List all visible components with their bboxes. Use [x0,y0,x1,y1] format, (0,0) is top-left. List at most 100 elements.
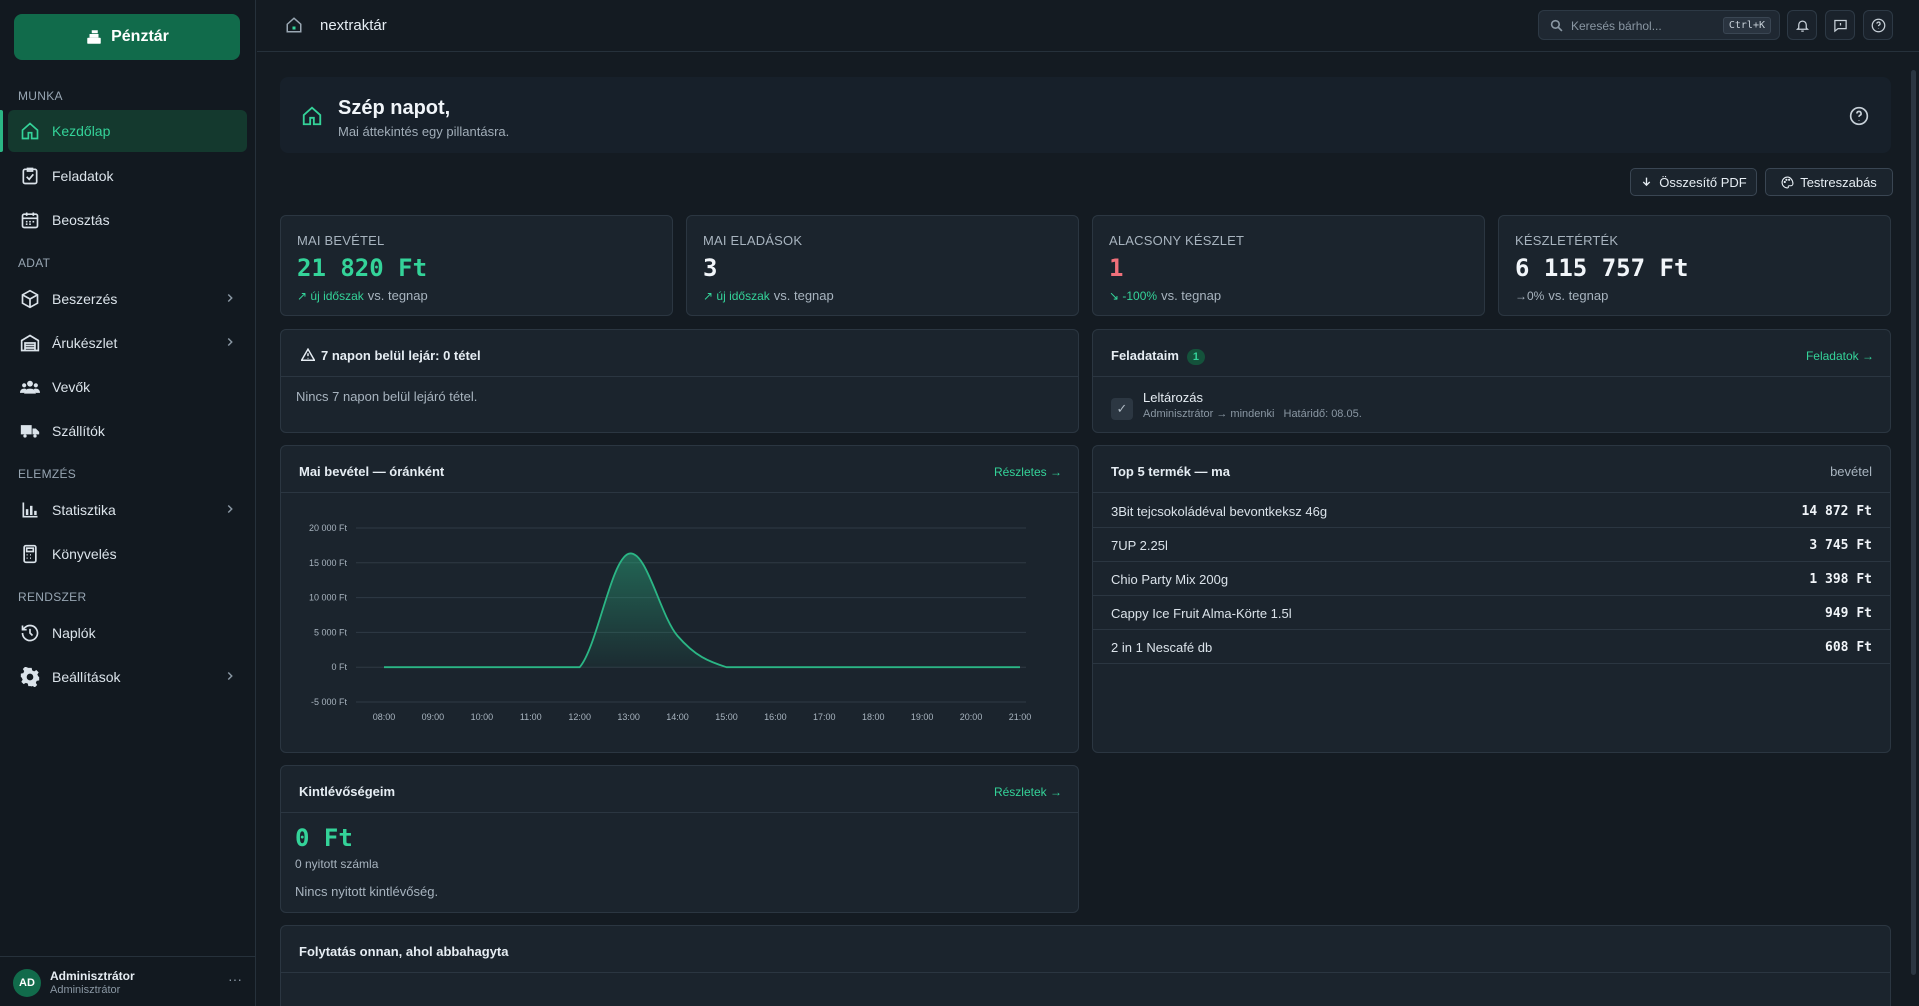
product-value: 1 398 Ft [1809,572,1872,587]
help-icon[interactable] [1849,106,1869,126]
divider [1093,492,1890,493]
scrollbar[interactable] [1911,70,1916,975]
task-checkbox[interactable]: ✓ [1111,398,1133,420]
kpi-card-stock-value: KÉSZLETÉRTÉK 6 115 757 Ft →0% vs. tegnap [1498,215,1891,316]
kpi-trend-row: ↘ -100% vs. tegnap [1109,288,1221,303]
sidebar-item-konyveles[interactable]: Könyvelés [8,533,247,575]
product-value: 14 872 Ft [1801,504,1872,519]
sidebar-item-label: Kezdőlap [52,123,111,139]
pos-button[interactable]: Pénztár [14,14,240,60]
expiry-title-row: 7 napon belül lejár: 0 tétel [300,347,481,363]
table-row[interactable]: Chio Party Mix 200g 1 398 Ft [1093,562,1890,596]
x-tick-label: 19:00 [911,712,934,722]
sidebar: Pénztár MUNKA Kezdőlap Feladatok Beosztá… [0,0,256,1006]
search-input[interactable]: Keresés bárhol... Ctrl+K [1538,10,1780,40]
kpi-label: KÉSZLETÉRTÉK [1515,233,1619,248]
y-tick-label: -5 000 Ft [311,697,348,707]
divider [1093,376,1890,377]
sidebar-item-label: Beosztás [52,212,110,228]
top-products-title: Top 5 termék — ma [1111,464,1230,479]
product-name: 7UP 2.25l [1111,538,1168,553]
user-bar[interactable]: AD Adminisztrátor Adminisztrátor ··· [0,956,256,1006]
table-row[interactable]: 2 in 1 Nescafé db 608 Ft [1093,630,1890,664]
help-icon [1871,18,1885,32]
x-tick-label: 13:00 [617,712,640,722]
sidebar-item-kezdolap[interactable]: Kezdőlap [0,110,247,152]
product-name: Chio Party Mix 200g [1111,572,1229,587]
table-row[interactable]: 3Bit tejcsokoládéval bevontkeksz 46g 14 8… [1093,494,1890,528]
top-products-panel: Top 5 termék — ma bevétel 3Bit tejcsokol… [1092,445,1891,753]
expiry-empty: Nincs 7 napon belül lejáró tétel. [296,389,478,404]
table-row[interactable]: 7UP 2.25l 3 745 Ft [1093,528,1890,562]
receivables-empty: Nincs nyitott kintlévőség. [295,884,439,899]
sidebar-item-label: Vevők [52,379,91,395]
user-more-button[interactable]: ··· [228,971,242,987]
sidebar-item-label: Könyvelés [52,546,117,562]
kpi-value: 21 820 Ft [297,254,428,282]
y-tick-label: 0 Ft [331,662,347,672]
search-shortcut: Ctrl+K [1722,17,1771,34]
home-icon [301,105,323,127]
expiry-panel: 7 napon belül lejár: 0 tétel Nincs 7 nap… [280,329,1079,433]
sidebar-item-beszerzes[interactable]: Beszerzés [8,278,247,320]
receivables-link[interactable]: Részletek → [994,785,1062,799]
home-icon [20,121,40,141]
receivables-panel: Kintlévőségeim Részletek → 0 Ft 0 nyitot… [280,765,1079,913]
greeting-card: Szép napot, Mai áttekintés egy pillantás… [280,77,1891,153]
summary-pdf-button[interactable]: Összesítő PDF [1630,168,1757,196]
warning-icon [300,347,316,362]
kpi-vs: vs. tegnap [1548,288,1609,303]
user-role: Adminisztrátor [50,984,121,996]
message-icon [1833,19,1847,32]
sidebar-item-feladatok[interactable]: Feladatok [8,155,247,197]
help-button[interactable] [1863,10,1893,40]
greeting-subtitle: Mai áttekintés egy pillantásra. [338,124,510,139]
app-name: nextraktár [320,17,387,34]
tasks-title-row: Feladataim 1 [1111,348,1206,365]
notifications-button[interactable] [1787,10,1817,40]
x-tick-label: 18:00 [862,712,885,722]
sidebar-item-arukeszlet[interactable]: Árukészlet [8,322,247,364]
sidebar-item-vevok[interactable]: Vevők [8,366,247,408]
feedback-button[interactable] [1825,10,1855,40]
sidebar-item-beosztas[interactable]: Beosztás [8,199,247,241]
calculator-icon [20,544,40,564]
chart-icon [20,500,40,520]
box-icon [20,289,40,309]
chevron-right-icon [223,291,237,305]
x-tick-label: 17:00 [813,712,836,722]
pos-button-label: Pénztár [111,28,169,45]
task-title[interactable]: Leltározás [1143,390,1203,405]
kpi-trend-row: ↗ új időszak vs. tegnap [703,288,834,303]
section-label-munka: MUNKA [18,89,63,103]
home-icon[interactable] [285,16,303,34]
chart-details-link[interactable]: Részletes → [994,465,1062,479]
summary-pdf-label: Összesítő PDF [1659,174,1747,190]
y-tick-label: 5 000 Ft [314,627,348,637]
kpi-trend: ↘ -100% [1109,289,1158,303]
revenue-chart: 20 000 Ft 15 000 Ft 10 000 Ft 5 000 Ft 0 Ft -… [309,523,1031,722]
expiry-title: 7 napon belül lejár: 0 tétel [321,348,481,363]
y-tick-label: 15 000 Ft [309,558,348,568]
sidebar-item-naplok[interactable]: Naplók [8,612,247,654]
sidebar-item-beallitasok[interactable]: Beállítások [8,656,247,698]
product-value: 3 745 Ft [1809,538,1872,553]
kpi-trend: →0% [1515,289,1545,303]
x-tick-label: 08:00 [373,712,396,722]
table-row[interactable]: Cappy Ice Fruit Alma-Körte 1.5l 949 Ft [1093,596,1890,630]
receivables-title: Kintlévőségeim [299,784,396,799]
series-area [384,553,1020,668]
product-value: 608 Ft [1825,640,1872,655]
task-meta-row: Adminisztrátor → mindenki Határidő: 08.0… [1143,408,1362,420]
series-line [384,552,1020,669]
sidebar-item-szallitok[interactable]: Szállítók [8,410,247,452]
customize-button[interactable]: Testreszabás [1765,168,1893,196]
topbar: nextraktár Keresés bárhol... Ctrl+K [257,0,1919,52]
section-label-rendszer: RENDSZER [18,590,87,604]
tasks-link[interactable]: Feladatok → [1806,349,1874,363]
sidebar-item-statisztika[interactable]: Statisztika [8,489,247,531]
sidebar-item-label: Beszerzés [52,291,118,307]
kpi-vs: vs. tegnap [1161,288,1222,303]
kpi-trend-row: ↗ új időszak vs. tegnap [297,288,428,303]
product-name: Cappy Ice Fruit Alma-Körte 1.5l [1111,606,1292,621]
